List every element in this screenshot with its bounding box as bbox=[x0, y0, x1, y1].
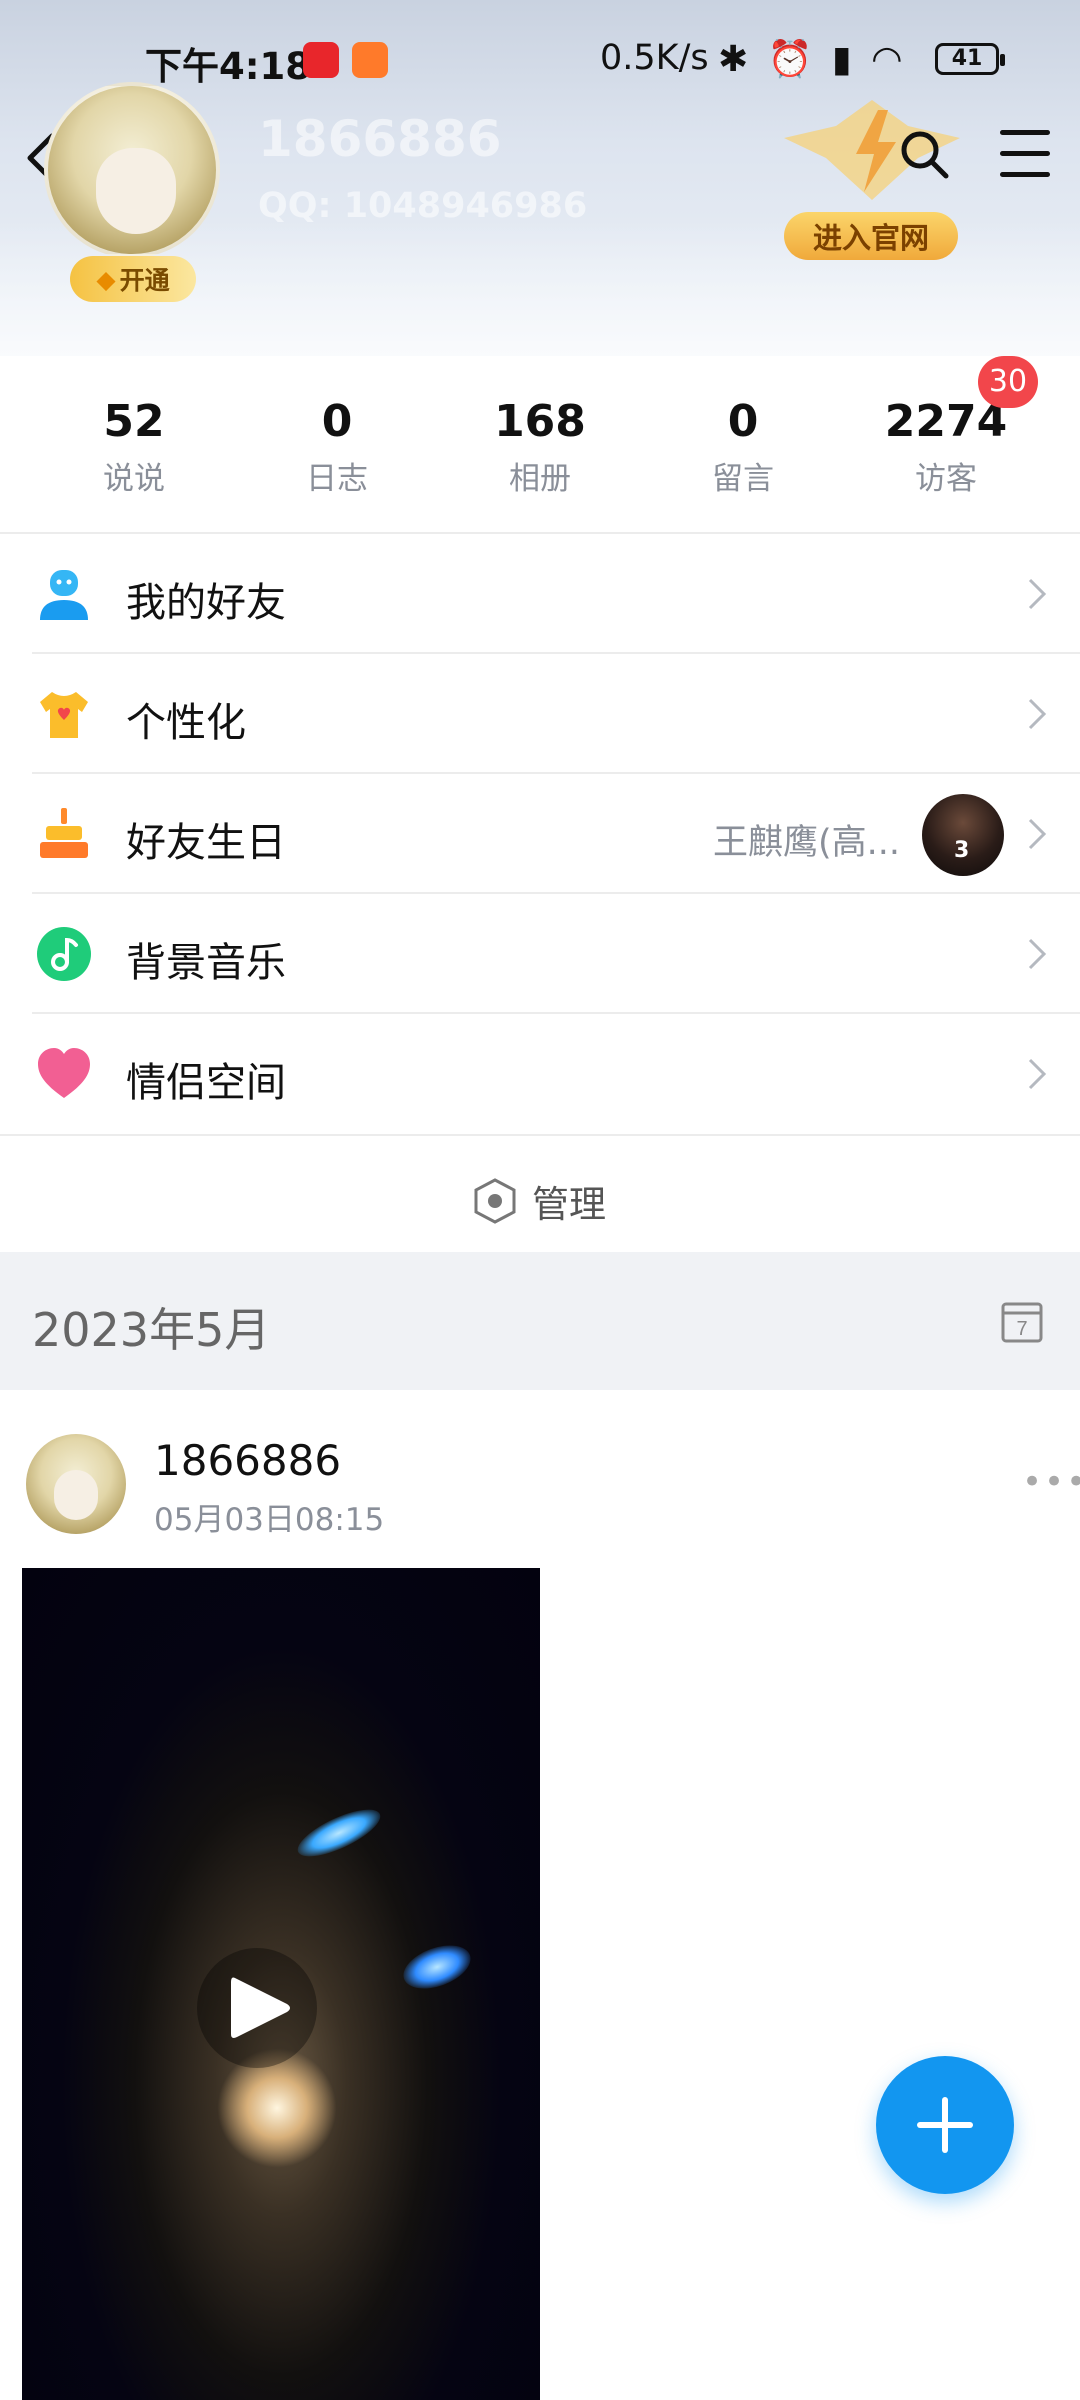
menu-line bbox=[1000, 130, 1050, 135]
feed-date-text: 2023年5月 bbox=[32, 1303, 271, 1357]
profile-avatar[interactable] bbox=[44, 82, 220, 258]
avatar-face bbox=[54, 1470, 98, 1520]
hexagon-settings-icon bbox=[474, 1178, 516, 1224]
stat-value: 0 bbox=[321, 396, 353, 447]
video-glow bbox=[217, 2048, 337, 2168]
profile-header: 下午4:18 0.5K/s ✱ ⏰ ▮ ◠ 41 ◆ 开通 1866886 QQ… bbox=[0, 0, 1080, 356]
alarm-icon: ⏰ bbox=[767, 39, 817, 80]
stats-bar: 52 说说 0 日志 168 相册 0 留言 2274 访客 30 bbox=[0, 356, 1080, 534]
visitor-count-badge: 30 bbox=[978, 356, 1038, 408]
feed-post: 1866886 05月03日08:15 ••• bbox=[0, 1390, 1080, 2400]
manage-label: 管理 bbox=[532, 1183, 606, 1226]
official-site-button[interactable]: 进入官网 bbox=[784, 212, 958, 260]
more-options-icon[interactable]: ••• bbox=[1022, 1462, 1080, 1502]
manage-button[interactable]: 管理 bbox=[0, 1134, 1080, 1252]
menu-item-label: 我的好友 bbox=[126, 580, 286, 626]
chevron-right-icon bbox=[1028, 698, 1047, 730]
profile-qq-number: QQ: 1048946986 bbox=[258, 186, 588, 226]
diamond-icon: ◆ bbox=[96, 264, 116, 294]
network-speed: 0.5K/s bbox=[600, 38, 709, 78]
menu-item-friends[interactable]: 我的好友 bbox=[0, 534, 1080, 654]
birthday-friend-avatar bbox=[922, 794, 1004, 876]
status-icons: ✱ ⏰ ▮ ◠ bbox=[718, 38, 907, 80]
add-post-button[interactable] bbox=[876, 2056, 1014, 2194]
birthday-friend-name: 王麒鹰(高... bbox=[712, 823, 900, 863]
heart-icon bbox=[38, 1048, 90, 1098]
taobao-notification-icon bbox=[352, 42, 388, 78]
post-video[interactable] bbox=[22, 1568, 540, 2400]
post-timestamp: 05月03日08:15 bbox=[154, 1502, 385, 1538]
status-bar: 下午4:18 0.5K/s ✱ ⏰ ▮ ◠ 41 bbox=[0, 28, 1080, 88]
stat-label: 日志 bbox=[306, 461, 368, 497]
feed-date-header: 2023年5月 7 bbox=[0, 1252, 1080, 1390]
stat-value: 52 bbox=[103, 396, 165, 447]
music-icon bbox=[37, 927, 91, 981]
menu-item-label: 个性化 bbox=[126, 700, 246, 746]
chevron-right-icon bbox=[1028, 1058, 1047, 1090]
stat-albums[interactable]: 168 相册 bbox=[455, 396, 625, 498]
menu-button[interactable] bbox=[1000, 130, 1050, 178]
stat-posts[interactable]: 52 说说 bbox=[49, 396, 219, 498]
stat-label: 说说 bbox=[103, 461, 165, 497]
stat-value: 168 bbox=[494, 396, 586, 447]
menu-item-background-music[interactable]: 背景音乐 bbox=[0, 894, 1080, 1014]
status-time: 下午4:18 bbox=[145, 45, 312, 88]
stat-blogs[interactable]: 0 日志 bbox=[252, 396, 422, 498]
profile-menu-list: 我的好友 个性化 好友生日 王麒鹰(高... 背景音乐 bbox=[0, 534, 1080, 1134]
menu-line bbox=[1000, 151, 1050, 156]
chevron-right-icon bbox=[1028, 938, 1047, 970]
stat-visitors[interactable]: 2274 访客 bbox=[861, 396, 1031, 498]
hd-signal-icon: ▮ bbox=[831, 39, 856, 80]
avatar-face bbox=[96, 148, 176, 234]
chevron-right-icon bbox=[1028, 578, 1047, 610]
manage-inner: 管理 bbox=[472, 1174, 606, 1228]
vip-open-badge[interactable]: ◆ 开通 bbox=[70, 256, 196, 302]
calendar-day: 7 bbox=[1016, 1318, 1027, 1340]
wifi-icon: ◠ bbox=[871, 39, 907, 80]
chevron-right-icon bbox=[1028, 818, 1047, 850]
bluetooth-icon: ✱ bbox=[718, 39, 753, 80]
battery-icon: 41 bbox=[935, 43, 1005, 75]
app-notification-icon bbox=[303, 42, 339, 78]
menu-item-label: 情侣空间 bbox=[126, 1060, 286, 1106]
menu-line bbox=[1000, 172, 1050, 177]
menu-item-label: 背景音乐 bbox=[126, 940, 286, 986]
video-flame bbox=[397, 1937, 477, 1997]
calendar-icon[interactable]: 7 bbox=[1000, 1298, 1044, 1344]
post-author-name[interactable]: 1866886 bbox=[154, 1436, 341, 1485]
vip-open-label: 开通 bbox=[119, 266, 170, 295]
search-icon bbox=[901, 131, 949, 179]
play-button[interactable] bbox=[197, 1948, 317, 2068]
stat-label: 访客 bbox=[915, 461, 977, 497]
post-author-avatar[interactable] bbox=[26, 1434, 126, 1534]
stat-value: 0 bbox=[727, 396, 759, 447]
play-icon bbox=[231, 1977, 290, 2038]
tshirt-icon bbox=[40, 692, 88, 738]
video-flame bbox=[291, 1800, 387, 1866]
stat-label: 相册 bbox=[509, 461, 571, 497]
menu-item-couple-space[interactable]: 情侣空间 bbox=[0, 1014, 1080, 1134]
menu-item-personalize[interactable]: 个性化 bbox=[0, 654, 1080, 774]
friends-icon bbox=[40, 570, 88, 620]
stat-label: 留言 bbox=[712, 461, 774, 497]
menu-item-friend-birthday[interactable]: 好友生日 王麒鹰(高... bbox=[0, 774, 1080, 894]
profile-name: 1866886 bbox=[258, 110, 502, 168]
cake-icon bbox=[40, 808, 88, 858]
search-button[interactable] bbox=[898, 128, 950, 180]
menu-item-label: 好友生日 bbox=[126, 820, 286, 866]
stat-messages[interactable]: 0 留言 bbox=[658, 396, 828, 498]
